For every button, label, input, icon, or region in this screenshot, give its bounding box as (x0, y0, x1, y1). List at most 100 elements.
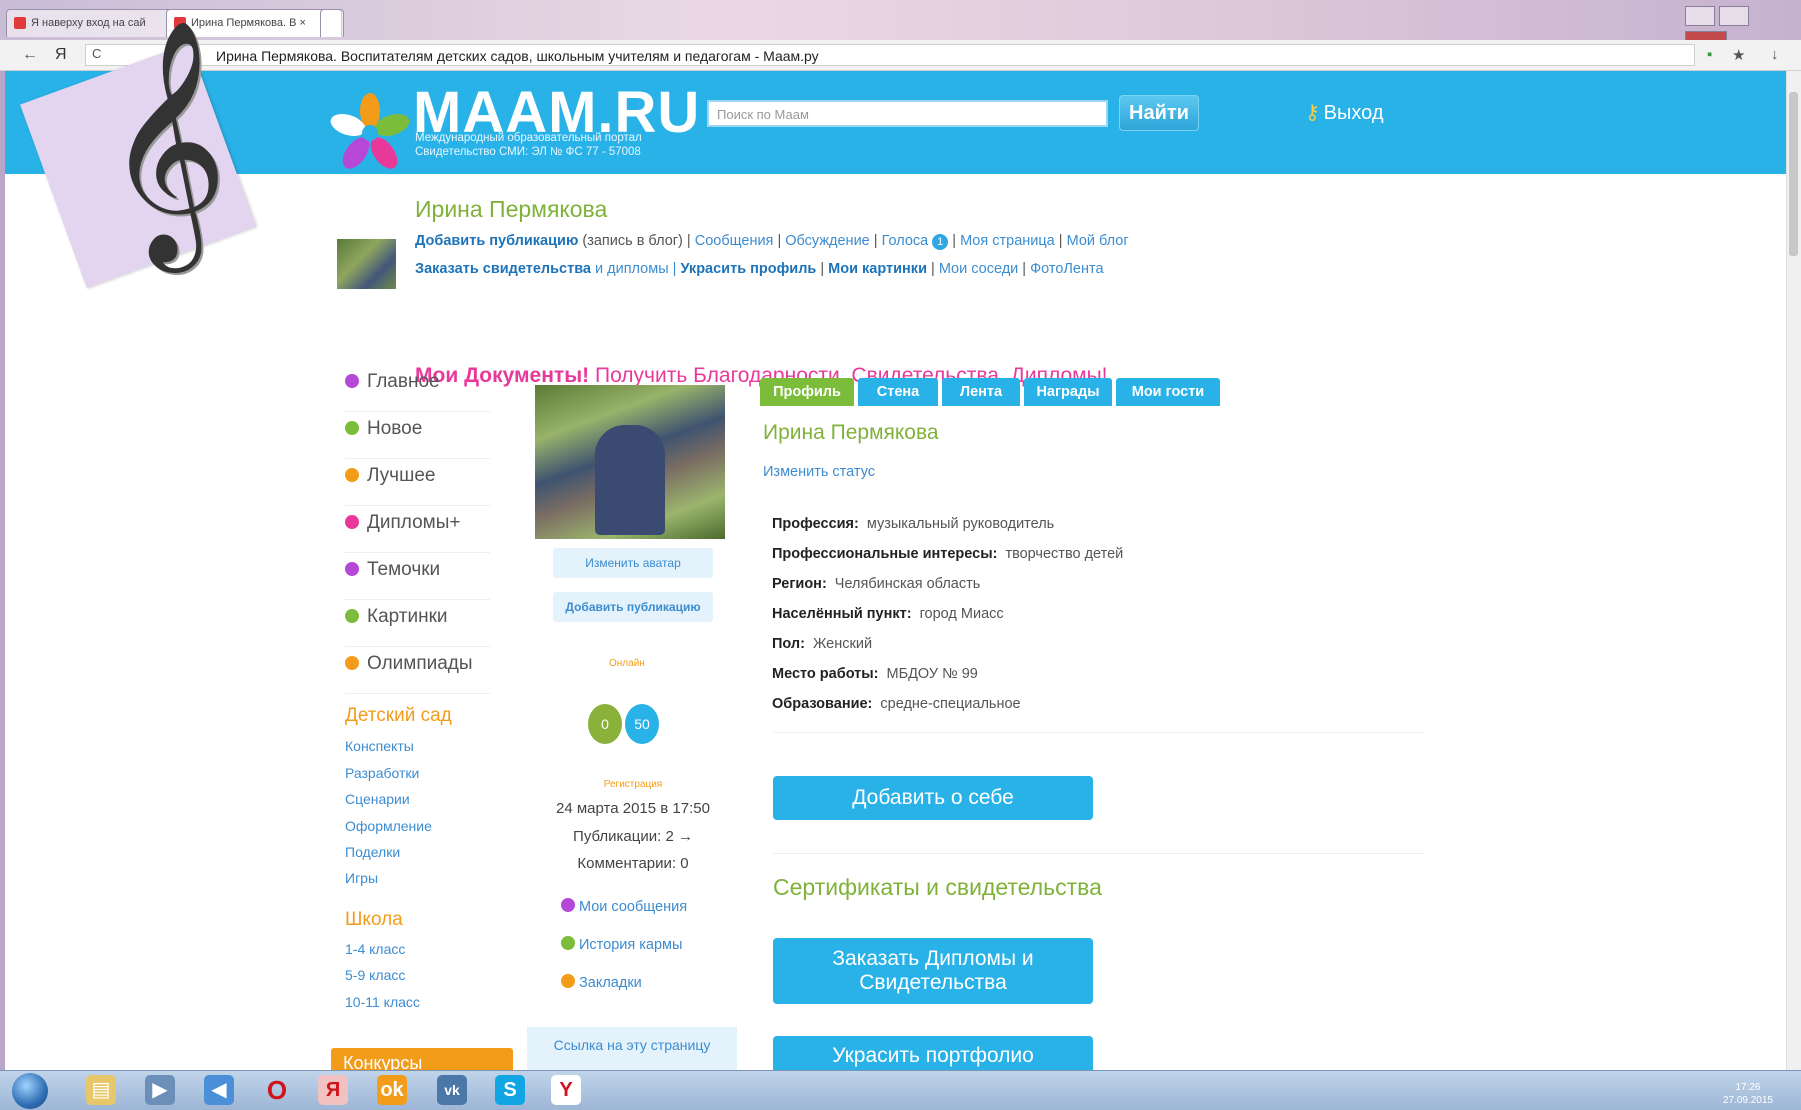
site-header: MAAM.RU Международный образовательный по… (5, 71, 1791, 174)
field-label: Профессия: (772, 516, 859, 532)
field-value: Женский (812, 636, 873, 652)
school-link[interactable]: 5-9 класс (345, 967, 405, 983)
volume-icon[interactable]: ◀ (204, 1075, 234, 1105)
karma-counter-green[interactable]: 0 (588, 704, 622, 744)
kindergarten-link[interactable]: Оформление (345, 818, 432, 834)
my-neighbors-link[interactable]: Мои соседи (939, 261, 1018, 277)
order-diplomas-button[interactable]: Заказать Дипломы и Свидетельства (773, 938, 1093, 1004)
info-city: Населённый пункт: город Миасс (772, 606, 1004, 622)
start-button[interactable] (12, 1073, 48, 1109)
new-tab-button[interactable] (320, 9, 344, 37)
karma-counter-blue[interactable]: 50 (625, 704, 659, 744)
add-publication-button[interactable]: Добавить публикацию (553, 592, 713, 622)
photo-feed-link[interactable]: ФотоЛента (1030, 261, 1103, 277)
menu-item-olympiads[interactable]: Олимпиады (345, 653, 490, 694)
kindergarten-link[interactable]: Поделки (345, 844, 400, 860)
field-label: Пол: (772, 636, 805, 652)
votes-link[interactable]: Голоса (882, 233, 929, 249)
discussion-link[interactable]: Обсуждение (785, 233, 869, 249)
school-link[interactable]: 1-4 класс (345, 941, 405, 957)
kindergarten-link[interactable]: Сценарии (345, 791, 410, 807)
field-label: Место работы: (772, 666, 879, 682)
tab-feed[interactable]: Лента (942, 378, 1020, 406)
school-section-title[interactable]: Школа (345, 909, 403, 931)
odnoklassniki-icon[interactable]: ok (377, 1075, 407, 1105)
page-link-box[interactable]: Ссылка на эту страницу (527, 1027, 737, 1070)
green-dot-icon (345, 421, 359, 435)
bookmarks-link[interactable]: Закладки (561, 974, 642, 991)
menu-item-main[interactable]: Главное (345, 371, 490, 412)
add-publication-link[interactable]: Добавить публикацию (415, 233, 578, 249)
menu-item-best[interactable]: Лучшее (345, 465, 490, 506)
comments-count: Комментарии: 0 (577, 855, 689, 872)
reload-icon[interactable]: C (92, 46, 101, 61)
tab-profile[interactable]: Профиль (760, 378, 854, 406)
add-about-me-button[interactable]: Добавить о себе (773, 776, 1093, 820)
user-links-line-2: Заказать свидетельства и дипломы | Украс… (415, 261, 1104, 277)
tab-my-guests[interactable]: Мои гости (1116, 378, 1220, 406)
user-name-heading[interactable]: Ирина Пермякова (415, 196, 607, 223)
menu-item-topics[interactable]: Темочки (345, 559, 490, 600)
change-status-link[interactable]: Изменить статус (763, 464, 875, 480)
media-icon[interactable]: ▶ (145, 1075, 175, 1105)
menu-item-label: Картинки (367, 606, 448, 627)
tab-wall[interactable]: Стена (858, 378, 938, 406)
address-bar-row: ← Я Ирина Пермякова. Воспитателям детски… (0, 40, 1801, 71)
school-link[interactable]: 10-11 класс (345, 994, 420, 1010)
url-text: Ирина Пермякова. Воспитателям детских са… (216, 48, 819, 64)
logout-label: Выход (1323, 102, 1384, 124)
kindergarten-link[interactable]: Разработки (345, 765, 419, 781)
explorer-icon[interactable]: ▤ (86, 1075, 116, 1105)
window-controls (1681, 6, 1791, 51)
decorate-portfolio-button[interactable]: Украсить портфолио (773, 1036, 1093, 1070)
yandex-browser-icon[interactable]: Y (551, 1075, 581, 1105)
skype-icon[interactable]: S (495, 1075, 525, 1105)
messages-link[interactable]: Сообщения (695, 233, 774, 249)
my-pictures-link[interactable]: Мои картинки (828, 261, 927, 277)
field-value: средне-специальное (880, 696, 1021, 712)
maximize-button[interactable] (1719, 6, 1749, 26)
minimize-button[interactable] (1685, 6, 1715, 26)
my-messages-link[interactable]: Мои сообщения (561, 898, 687, 915)
lock-icon: ▪ (1707, 46, 1713, 63)
menu-item-pictures[interactable]: Картинки (345, 606, 490, 647)
url-field[interactable]: Ирина Пермякова. Воспитателям детских са… (85, 44, 1695, 66)
download-icon[interactable]: ↓ (1771, 46, 1779, 63)
decorate-profile-link[interactable]: Украсить профиль (680, 261, 816, 277)
button-line: Заказать Дипломы и (832, 947, 1034, 970)
bookmark-star-icon[interactable]: ★ (1732, 46, 1745, 64)
change-avatar-button[interactable]: Изменить аватар (553, 548, 713, 578)
clock[interactable]: 17:26 27.09.2015 (1723, 1081, 1773, 1107)
menu-item-diplomas[interactable]: Дипломы+ (345, 512, 490, 553)
kindergarten-link[interactable]: Конспекты (345, 738, 414, 754)
karma-history-link[interactable]: История кармы (561, 936, 682, 953)
publications-count[interactable]: Публикации: 2 → (533, 828, 733, 845)
scrollbar-thumb[interactable] (1789, 92, 1798, 256)
field-label: Образование: (772, 696, 873, 712)
my-page-link[interactable]: Моя страница (960, 233, 1055, 249)
my-blog-link[interactable]: Мой блог (1067, 233, 1129, 249)
menu-item-new[interactable]: Новое (345, 418, 490, 459)
tab-awards[interactable]: Награды (1024, 378, 1112, 406)
kindergarten-section-title[interactable]: Детский сад (345, 705, 452, 727)
logout-link[interactable]: ⚷ Выход (1305, 100, 1384, 125)
info-gender: Пол: Женский (772, 636, 872, 652)
back-icon[interactable]: ← (22, 46, 38, 64)
user-thumbnail[interactable] (337, 239, 396, 289)
divider (773, 853, 1425, 854)
yandex-icon[interactable]: Я (55, 46, 67, 64)
windows-taskbar: ▤ ▶ ◀ O Я ok vk S Y 17:26 27.09.2015 (0, 1070, 1801, 1110)
system-tray: 17:26 27.09.2015 (1575, 1077, 1785, 1107)
profile-avatar[interactable] (535, 385, 725, 539)
yandex-icon[interactable]: Я (318, 1075, 348, 1105)
diplomas-link[interactable]: и дипломы | (591, 261, 680, 277)
order-certificates-link[interactable]: Заказать свидетельства (415, 261, 591, 277)
link-label: Мои сообщения (579, 899, 688, 915)
contests-button[interactable]: Конкурсы (331, 1048, 513, 1070)
vk-icon[interactable]: vk (437, 1075, 467, 1105)
kindergarten-link[interactable]: Игры (345, 870, 378, 886)
key-icon: ⚷ (1305, 102, 1320, 124)
search-input[interactable]: Поиск по Маам (707, 100, 1108, 127)
search-button[interactable]: Найти (1119, 95, 1199, 131)
opera-icon[interactable]: O (262, 1075, 292, 1105)
